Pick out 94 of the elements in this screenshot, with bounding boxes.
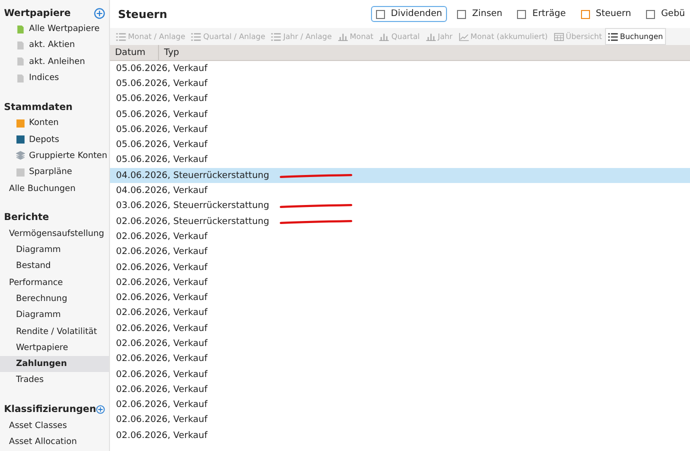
table-row[interactable]: 04.06.2026, Verkauf	[110, 183, 690, 199]
table-cell: 02.06.2026, Verkauf	[116, 324, 208, 334]
table-row[interactable]: 05.06.2026, Verkauf	[110, 152, 690, 168]
line-chart-icon	[458, 32, 469, 40]
sidebar-item[interactable]: Zahlungen	[0, 356, 109, 372]
bar-chart-icon	[379, 32, 390, 40]
table-cell: 02.06.2026, Verkauf	[116, 338, 208, 349]
bar-chart-icon	[426, 32, 436, 40]
table-cell: 05.06.2026, Verkauf	[116, 110, 208, 120]
table-cell: 04.06.2026, Verkauf	[116, 186, 208, 196]
section-title: Wertpapiere	[4, 8, 71, 18]
table-row[interactable]: 02.06.2026, Verkauf	[110, 336, 690, 352]
sidebar-item[interactable]: Asset Allocation	[0, 434, 109, 450]
table-row[interactable]: 05.06.2026, Verkauf	[110, 106, 690, 122]
sidebar-item[interactable]: Alle Wertpapiere	[0, 21, 109, 38]
sidebar-item[interactable]: Asset Classes	[0, 418, 109, 434]
table-row[interactable]: 02.06.2026, Verkauf	[110, 321, 690, 336]
table-cell: 05.06.2026, Verkauf	[116, 140, 208, 150]
table-row[interactable]: 02.06.2026, Verkauf	[110, 290, 690, 306]
table-row[interactable]: 02.06.2026, Verkauf	[110, 366, 690, 382]
table-row[interactable]: 05.06.2026, Verkauf	[110, 137, 690, 153]
table-cell: 02.06.2026, Verkauf	[116, 384, 208, 395]
sidebar-item[interactable]: Diagramm	[0, 242, 109, 258]
sidebar-item[interactable]: Depots	[0, 131, 109, 148]
filter-checkbox[interactable]: Steuern	[576, 6, 636, 22]
sidebar-item[interactable]: akt. Aktien	[0, 37, 109, 54]
list-icon	[271, 32, 282, 40]
list-icon	[608, 32, 618, 40]
table-row[interactable]: 05.06.2026, Verkauf	[110, 92, 690, 107]
table-cell: 02.06.2026, Verkauf	[116, 278, 208, 288]
sidebar-item[interactable]: Trades	[0, 372, 109, 389]
sidebar-item[interactable]: Bestand	[0, 258, 109, 275]
table-row[interactable]: 02.06.2026, Verkauf	[110, 229, 690, 245]
table-cell: 05.06.2026, Verkauf	[116, 64, 208, 74]
table-row[interactable]: 02.06.2026, Verkauf	[110, 428, 690, 444]
table-row[interactable]: 02.06.2026, Verkauf	[110, 244, 690, 260]
sidebar-item[interactable]: akt. Anleihen	[0, 54, 109, 70]
table-row[interactable]: 02.06.2026, Verkauf	[110, 306, 690, 322]
sidebar-item[interactable]: Diagramm	[0, 307, 109, 324]
calendar-icon	[554, 32, 564, 40]
filter-checkbox[interactable]: Gebü	[641, 6, 690, 22]
table-cell: 03.06.2026, Steuerrückerstattung	[116, 201, 270, 212]
sidebar-item[interactable]: Sparpläne	[0, 164, 109, 180]
add-icon[interactable]	[94, 8, 105, 18]
table-cell: 02.06.2026, Verkauf	[116, 430, 208, 441]
table-cell: 05.06.2026, Verkauf	[116, 124, 208, 135]
sidebar-item[interactable]: Rendite / Volatilität	[0, 323, 109, 340]
table-row[interactable]: 02.06.2026, Verkauf	[110, 352, 690, 367]
filter-checkbox[interactable]: Erträge	[512, 6, 571, 22]
table-cell: 05.06.2026, Verkauf	[116, 94, 208, 104]
table-row[interactable]: 02.06.2026, Verkauf	[110, 412, 690, 428]
sidebar-item[interactable]: Performance	[0, 274, 109, 291]
sidebar-item[interactable]: Gruppierte Konten	[0, 148, 109, 164]
table-cell: 02.06.2026, Verkauf	[116, 308, 208, 318]
table-row[interactable]: 02.06.2026, Verkauf	[110, 275, 690, 290]
sidebar-item[interactable]: Wertpapiere	[0, 340, 109, 356]
table-row[interactable]: 05.06.2026, Verkauf	[110, 122, 690, 138]
add-icon[interactable]	[96, 404, 105, 416]
table-cell: 02.06.2026, Verkauf	[116, 232, 208, 242]
table-row[interactable]: 04.06.2026, Steuerrückerstattung	[110, 168, 690, 184]
table-cell: 05.06.2026, Verkauf	[116, 78, 208, 89]
sidebar-item[interactable]: Vermögensaufstellung	[0, 226, 109, 242]
sidebar-item[interactable]: Alle Buchungen	[0, 180, 109, 197]
table-row[interactable]: 05.06.2026, Verkauf	[110, 61, 690, 76]
table-row[interactable]: 02.06.2026, Verkauf	[110, 398, 690, 413]
table-row[interactable]: 05.06.2026, Verkauf	[110, 76, 690, 92]
table-cell: 04.06.2026, Steuerrückerstattung	[116, 170, 270, 181]
column-header[interactable]: Typ	[159, 45, 180, 60]
table-cell: 02.06.2026, Verkauf	[116, 370, 208, 380]
list-icon	[191, 32, 202, 40]
section-title: Klassifizierungen	[4, 404, 96, 416]
table-cell: 05.06.2026, Verkauf	[116, 155, 208, 166]
list-icon	[116, 32, 126, 40]
table-row[interactable]: 02.06.2026, Verkauf	[110, 382, 690, 398]
sidebar-item[interactable]: Indices	[0, 70, 109, 86]
table-row[interactable]: 03.06.2026, Steuerrückerstattung	[110, 198, 690, 214]
table-cell: 02.06.2026, Verkauf	[116, 415, 208, 426]
table-cell: 02.06.2026, Verkauf	[116, 293, 208, 304]
table-cell: 02.06.2026, Verkauf	[116, 354, 208, 364]
filter-checkbox[interactable]: Zinsen	[452, 6, 508, 22]
table-row[interactable]: 02.06.2026, Verkauf	[110, 260, 690, 276]
table-row[interactable]: 02.06.2026, Steuerrückerstattung	[110, 214, 690, 230]
section-title: Stammdaten	[4, 102, 73, 113]
filter-checkbox[interactable]: Dividenden	[370, 6, 448, 22]
section-title: Berichte	[4, 212, 50, 224]
sidebar-item[interactable]: Berechnung	[0, 290, 109, 308]
sidebar-item[interactable]: Konten	[0, 115, 109, 132]
table-cell: 02.06.2026, Verkauf	[116, 247, 208, 258]
column-header[interactable]: Datum	[110, 45, 159, 60]
table-cell: 02.06.2026, Steuerrückerstattung	[116, 216, 270, 227]
table-cell: 02.06.2026, Verkauf	[116, 400, 208, 410]
bar-chart-icon	[338, 32, 348, 40]
table-cell: 02.06.2026, Verkauf	[116, 262, 208, 272]
view-title: Steuern	[118, 8, 168, 20]
